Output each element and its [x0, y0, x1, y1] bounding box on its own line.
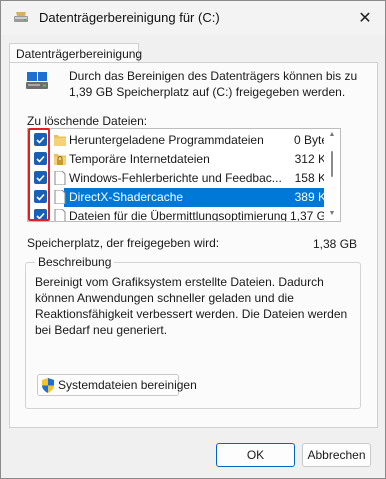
scroll-down-arrow-icon[interactable]: ▼	[328, 210, 336, 217]
list-item-name: Windows-Fehlerberichte und Feedbac...	[69, 171, 282, 185]
list-scrollbar[interactable]: ▲ ▼	[324, 129, 340, 221]
scroll-up-arrow-icon[interactable]: ▲	[328, 131, 336, 138]
disk-cleanup-window: Datenträgerbereinigung für (C:) ✕ Datent…	[0, 0, 386, 479]
list-item-name: Dateien für die Übermittlungsoptimierung	[69, 209, 288, 222]
list-item[interactable]: Windows-Fehlerberichte und Feedbac... 15…	[28, 169, 340, 188]
space-freed-value: 1,38 GB	[313, 237, 358, 251]
list-item-name: Heruntergeladene Programmdateien	[69, 133, 264, 147]
ok-button[interactable]: OK	[216, 443, 295, 467]
list-item-name: Temporäre Internetdateien	[69, 152, 210, 166]
file-icon	[54, 209, 66, 221]
space-freed-label: Speicherplatz, der freigegeben wird:	[27, 236, 220, 250]
folder-icon	[54, 135, 66, 146]
list-item[interactable]: Temporäre Internetdateien 312 KB	[28, 150, 340, 169]
title-bar: Datenträgerbereinigung für (C:) ✕	[1, 1, 385, 35]
tab-disk-cleanup[interactable]: Datenträgerbereinigung	[9, 43, 142, 63]
checkbox-highlight-annotation	[28, 128, 50, 221]
list-item-selected[interactable]: DirectX-Shadercache 389 KB	[28, 188, 340, 207]
scroll-thumb[interactable]	[331, 151, 333, 177]
disk-cleanup-app-icon	[14, 12, 28, 22]
files-to-delete-label: Zu löschende Dateien:	[27, 114, 148, 128]
file-icon	[54, 171, 66, 185]
description-text: Bereinigt vom Grafiksystem erstellte Dat…	[35, 275, 348, 337]
files-list[interactable]: Heruntergeladene Programmdateien 0 Bytes…	[27, 128, 341, 222]
drive-icon	[26, 72, 48, 89]
list-item[interactable]: Heruntergeladene Programmdateien 0 Bytes	[28, 131, 340, 150]
lock-folder-icon	[54, 154, 66, 165]
intro-text: Durch das Bereinigen des Datenträgers kö…	[69, 69, 358, 99]
clean-system-files-button[interactable]: Systemdateien bereinigen	[37, 374, 197, 396]
window-title: Datenträgerbereinigung für (C:)	[39, 10, 220, 25]
close-icon: ✕	[358, 10, 372, 27]
list-item-name: DirectX-Shadercache	[67, 188, 184, 207]
shield-icon	[42, 378, 54, 393]
close-button[interactable]: ✕	[351, 5, 379, 31]
clean-system-files-label: Systemdateien bereinigen	[58, 378, 197, 392]
list-item[interactable]: Dateien für die Übermittlungsoptimierung…	[28, 207, 340, 222]
file-icon	[54, 190, 66, 204]
description-title: Beschreibung	[35, 255, 115, 269]
cancel-button[interactable]: Abbrechen	[302, 443, 371, 467]
